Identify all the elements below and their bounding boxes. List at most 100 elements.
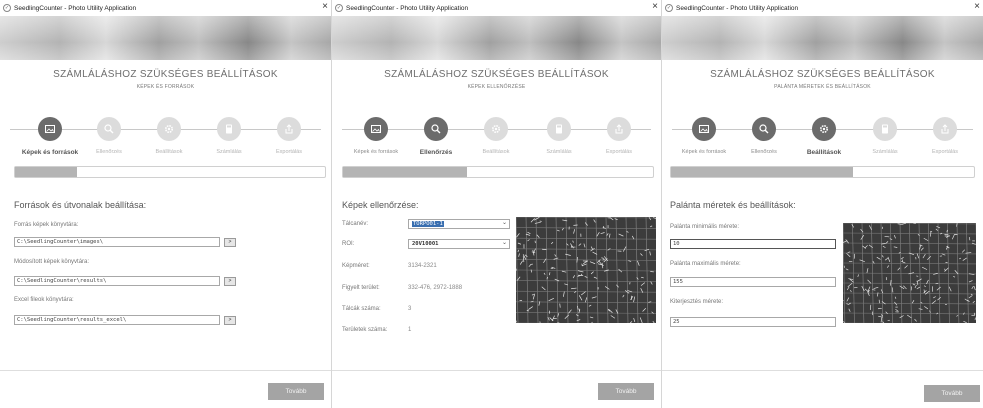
max-size-label: Palánta maximális mérete:	[670, 261, 741, 267]
header-banner	[332, 16, 661, 60]
step-label-count: Számlálás	[546, 149, 572, 155]
step-export-icon[interactable]	[607, 117, 631, 141]
step-label-check: Ellenőrzés	[96, 149, 122, 155]
modified-images-browse-button[interactable]: >	[224, 277, 236, 286]
progress-bar	[670, 166, 975, 178]
window-settings: ✓ SeedlingCounter - Photo Utility Applic…	[662, 0, 983, 408]
footer-divider	[662, 370, 983, 371]
observed-area-value: 332-476, 2972-1888	[408, 285, 463, 291]
extension-size-input[interactable]: 25	[670, 317, 836, 327]
modified-images-label: Módosított képek könyvtára:	[14, 259, 90, 265]
footer-divider	[0, 370, 331, 371]
area-count-label: Területek száma:	[342, 327, 388, 333]
app-icon: ✓	[335, 4, 343, 12]
progress-bar	[14, 166, 326, 178]
next-button[interactable]: Tovább	[598, 383, 654, 400]
window-sources: ✓ SeedlingCounter - Photo Utility Applic…	[0, 0, 332, 408]
step-label-check: Ellenőrzés	[751, 149, 777, 155]
step-images-icon[interactable]	[364, 117, 388, 141]
window-title: SeedlingCounter - Photo Utility Applicat…	[676, 4, 799, 12]
step-label-export: Exportálás	[932, 149, 958, 155]
close-icon[interactable]: ×	[652, 1, 658, 12]
header-banner	[0, 16, 331, 60]
next-button[interactable]: Tovább	[268, 383, 324, 400]
step-label-images: Képek és források	[681, 149, 727, 155]
step-settings-icon[interactable]	[157, 117, 181, 141]
step-label-export: Exportálás	[606, 149, 632, 155]
image-size-value: 3134-2321	[408, 263, 437, 269]
tray-count-label: Tálcák száma:	[342, 306, 381, 312]
area-count-value: 1	[408, 327, 412, 333]
tray-image-preview	[843, 223, 976, 323]
window-title: SeedlingCounter - Photo Utility Applicat…	[14, 4, 137, 12]
close-icon[interactable]: ×	[322, 1, 328, 12]
page-title: SZÁMLÁLÁSHOZ SZÜKSÉGES BEÁLLÍTÁSOK	[384, 69, 609, 80]
excel-files-field[interactable]: C:\SeedlingCounter\results_excel\	[14, 315, 220, 325]
close-icon[interactable]: ×	[974, 1, 980, 12]
tray-image-preview	[516, 217, 656, 323]
min-size-label: Palánta minimális mérete:	[670, 224, 740, 230]
step-label-images: Képek és források	[353, 149, 399, 155]
step-label-count: Számlálás	[216, 149, 242, 155]
next-button[interactable]: Tovább	[924, 385, 980, 402]
progress-fill	[15, 167, 77, 177]
title-bar: ✓ SeedlingCounter - Photo Utility Applic…	[662, 0, 983, 16]
progress-fill	[343, 167, 467, 177]
footer-divider	[332, 370, 661, 371]
page-subtitle: KÉPEK ELLENŐRZÉSE	[467, 84, 526, 90]
page-title: SZÁMLÁLÁSHOZ SZÜKSÉGES BEÁLLÍTÁSOK	[53, 69, 278, 80]
source-images-field[interactable]: C:\SeedlingCounter\images\	[14, 237, 220, 247]
step-label-settings: Beállítások	[482, 149, 510, 155]
step-label-check: Ellenőrzés	[419, 149, 453, 156]
section-title: Források és útvonalak beállítása:	[14, 200, 147, 210]
max-size-input[interactable]: 155	[670, 277, 836, 287]
excel-files-browse-button[interactable]: >	[224, 316, 236, 325]
app-icon: ✓	[665, 4, 673, 12]
image-size-label: Képméret:	[342, 263, 370, 269]
tray-count-value: 3	[408, 306, 412, 312]
roi-value: 20V10001	[412, 241, 439, 247]
header-banner	[662, 16, 983, 60]
app-icon: ✓	[3, 4, 11, 12]
min-size-input[interactable]: 10	[670, 239, 836, 249]
tray-name-select[interactable]: TORPO01-1 ⌄	[408, 219, 510, 229]
step-check-icon[interactable]	[752, 117, 776, 141]
observed-area-label: Figyelt terület:	[342, 285, 380, 291]
page-title: SZÁMLÁLÁSHOZ SZÜKSÉGES BEÁLLÍTÁSOK	[710, 69, 935, 80]
step-settings-icon[interactable]	[812, 117, 836, 141]
section-title: Palánta méretek és beállítások:	[670, 200, 796, 210]
modified-images-field[interactable]: C:\SeedlingCounter\results\	[14, 276, 220, 286]
step-images-icon[interactable]	[692, 117, 716, 141]
roi-label: ROI:	[342, 241, 355, 247]
step-count-icon[interactable]	[217, 117, 241, 141]
title-bar: ✓ SeedlingCounter - Photo Utility Applic…	[332, 0, 661, 16]
step-settings-icon[interactable]	[484, 117, 508, 141]
step-export-icon[interactable]	[933, 117, 957, 141]
step-label-images: Képek és források	[21, 149, 79, 156]
step-check-icon[interactable]	[97, 117, 121, 141]
tray-name-label: Tálcanév:	[342, 221, 369, 227]
page-subtitle: PALÁNTA MÉRETEK ÉS BEÁLLÍTÁSOK	[774, 84, 871, 90]
step-label-settings: Beállítások	[155, 149, 183, 155]
title-bar: ✓ SeedlingCounter - Photo Utility Applic…	[0, 0, 331, 16]
step-check-icon[interactable]	[424, 117, 448, 141]
chevron-down-icon: ⌄	[501, 220, 507, 226]
step-count-icon[interactable]	[547, 117, 571, 141]
step-label-count: Számlálás	[872, 149, 898, 155]
extension-size-label: Kiterjesztés mérete:	[670, 299, 724, 305]
step-images-icon[interactable]	[38, 117, 62, 141]
chevron-down-icon: ⌄	[501, 240, 507, 246]
excel-files-label: Excel fileok könyvtára:	[14, 297, 74, 303]
window-check: ✓ SeedlingCounter - Photo Utility Applic…	[332, 0, 662, 408]
step-label-export: Exportálás	[276, 149, 302, 155]
page-subtitle: KÉPEK ÉS FORRÁSOK	[136, 84, 195, 90]
step-count-icon[interactable]	[873, 117, 897, 141]
source-images-label: Forrás képek könyvtára:	[14, 222, 79, 228]
tray-name-value: TORPO01-1	[412, 221, 444, 227]
window-title: SeedlingCounter - Photo Utility Applicat…	[346, 4, 469, 12]
step-label-settings: Beállítások	[806, 149, 842, 156]
source-images-browse-button[interactable]: >	[224, 238, 236, 247]
progress-bar	[342, 166, 654, 178]
roi-select[interactable]: 20V10001 ⌄	[408, 239, 510, 249]
step-export-icon[interactable]	[277, 117, 301, 141]
